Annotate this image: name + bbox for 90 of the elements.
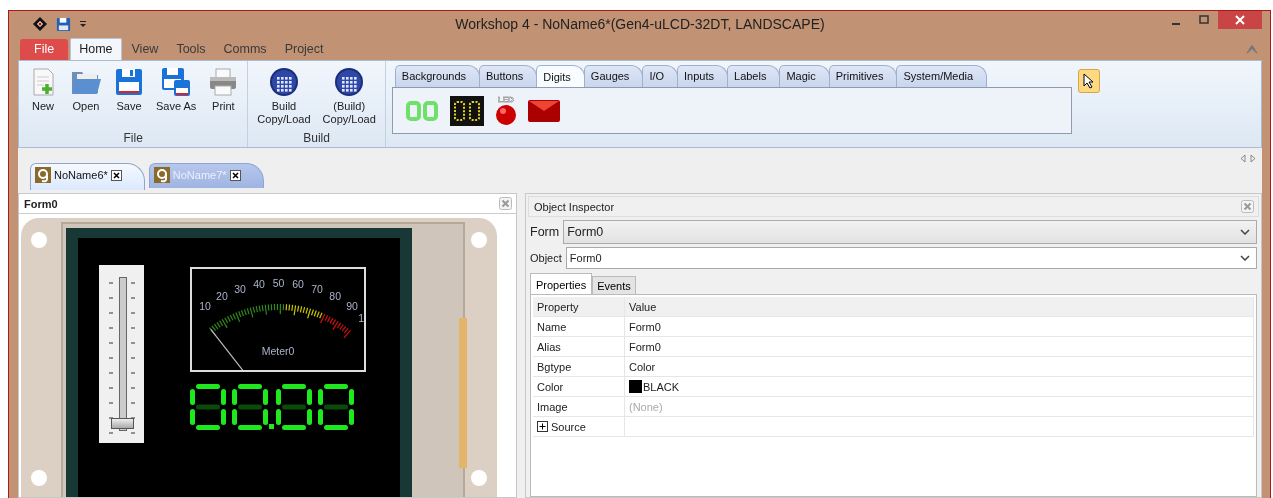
document-title: NoName6* [54,169,108,181]
panel-title: Form0 [24,197,58,210]
document-logo-icon [153,167,170,183]
meter-scale-label: 80 [329,290,341,303]
document-logo-icon [35,167,51,183]
close-tab-icon[interactable] [110,169,122,181]
property-name: Image [533,397,625,416]
ribbon-tab[interactable]: Comms [215,39,275,60]
close-button[interactable] [1218,11,1262,29]
minimize-icon [1172,22,1180,25]
meter-scale-label: 30 [234,282,246,295]
ribbon-tab[interactable]: Home [70,38,122,60]
ribbon-tab[interactable]: View [123,39,167,60]
meter-scale-label: 90 [346,300,358,312]
panel-title: Object Inspector [534,200,615,213]
property-name: Bgtype [533,357,625,376]
save-icon[interactable] [56,16,71,32]
ribbon-button[interactable]: Save As [151,63,202,131]
expand-icon[interactable] [537,421,548,432]
ribbon-button[interactable]: New [23,63,63,131]
document-title: NoName7* [172,169,227,181]
ribbon-group-label: Build [302,131,331,147]
close-panel-icon[interactable] [1241,200,1254,213]
ribbon-button[interactable]: Save [109,63,149,131]
maximize-icon [1199,15,1209,25]
field-label: Form [530,225,560,239]
led-icon [494,104,517,126]
meter-scale-label: 70 [311,282,323,295]
meter-scale-label: 10 [199,299,211,312]
printer-icon [208,67,239,97]
window-title: Workshop 4 - NoName6*(Gen4-uLCD-32DT, LANDSCAPE) [454,16,826,32]
scroll-tabs-right-icon[interactable] [1250,154,1256,163]
slider-control[interactable] [99,265,144,443]
ribbon-group-label: File [122,131,144,147]
slider-thumb[interactable] [111,418,134,429]
chevron-down-icon [1240,229,1250,235]
inspector-tab[interactable]: Events [592,276,636,294]
property-value[interactable]: Form0 [625,337,1254,356]
grid-globe-icon [334,67,365,97]
meter-scale-label: 50 [272,277,285,289]
palette-tab[interactable]: I/O [642,65,679,87]
two-floppy-disks-icon [160,67,193,97]
palette-tab[interactable]: Primitives [828,65,898,87]
grid-globe-icon [268,67,299,97]
pointer-tool-button[interactable] [1077,69,1100,93]
ribbon-tab[interactable]: Tools [168,39,214,60]
close-icon [1235,15,1245,25]
meter-scale-label: 20 [216,290,228,303]
object-dropdown[interactable]: Form0 [565,247,1257,269]
property-name: Source [551,420,586,433]
palette-tab[interactable]: Gauges [583,65,644,87]
property-name: Name [533,317,625,336]
field-label: Object [530,252,562,264]
pointer-icon [1081,73,1096,89]
file-menu-tab[interactable]: File [20,39,69,60]
palette-tab[interactable]: Magic [779,65,830,87]
scroll-tabs-left-icon[interactable] [1240,154,1246,163]
close-panel-icon[interactable] [499,197,512,210]
column-header: Value [625,297,1254,316]
indicator-icon[interactable] [527,99,560,122]
slider-track[interactable] [111,277,134,431]
ribbon-button[interactable]: Build Copy/Load [252,63,316,131]
meter-scale-label: 40 [253,278,265,291]
property-value[interactable]: Color [625,357,1254,376]
meter-caption: Meter0 [261,345,295,357]
meter-scale-label: 60 [292,278,304,291]
ribbon-button[interactable]: Open [65,63,107,131]
palette-tab[interactable]: Buttons [479,65,538,87]
palette-tab[interactable]: Labels [727,65,781,87]
ribbon-button[interactable]: Print [203,63,244,131]
palette-tab[interactable]: Inputs [677,65,728,87]
chevron-down-icon [1240,255,1250,261]
led-digits-icon[interactable] [449,95,484,126]
document-tab[interactable]: NoName6* [30,163,145,190]
property-name: Color [533,377,625,396]
meter-scale-label: 1 [358,312,364,325]
inspector-tab[interactable]: Properties [530,273,593,294]
property-value[interactable]: Form0 [625,317,1254,336]
ribbon-button[interactable]: (Build) Copy/Load [317,63,381,131]
close-tab-icon[interactable] [229,169,241,181]
palette-tab[interactable]: System/Media [896,65,988,87]
property-value[interactable]: BLACK [643,380,680,393]
palette-tab[interactable]: Backgrounds [394,65,480,87]
customize-dropdown-icon[interactable] [79,19,87,29]
column-header: Property [533,297,625,316]
property-name: Alias [533,337,625,356]
form-dropdown[interactable]: Form0 [563,220,1257,244]
app-logo-icon[interactable] [32,16,48,32]
ribbon-tab[interactable]: Project [276,39,332,60]
palette-tab[interactable]: Digits [536,65,585,87]
